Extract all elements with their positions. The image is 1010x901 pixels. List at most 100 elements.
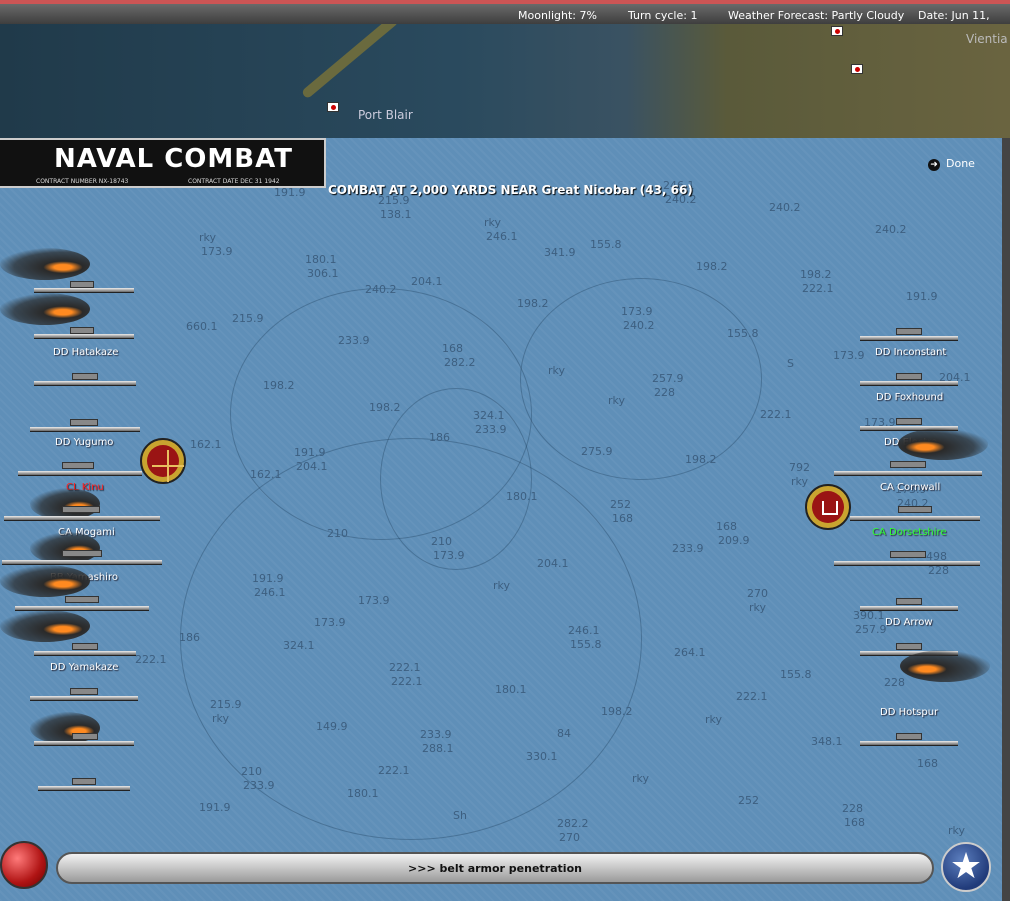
depth-sounding: 222.1	[389, 661, 421, 674]
depth-sounding: 324.1	[283, 639, 315, 652]
depth-sounding: 240.2	[623, 319, 655, 332]
ship-label[interactable]: DD Yamakaze	[50, 662, 118, 673]
naval-combat-banner: NAVAL COMBAT CONTRACT NUMBER NX-18743 CO…	[0, 138, 326, 188]
depth-sounding: 288.1	[422, 742, 454, 755]
depth-sounding: 252	[738, 794, 759, 807]
target-reticle-icon[interactable]	[140, 438, 186, 484]
depth-sounding: 198.2	[800, 268, 832, 281]
depth-sounding: 222.1	[135, 653, 167, 666]
depth-sounding: 228	[842, 802, 863, 815]
depth-sounding: 282.2	[557, 817, 589, 830]
depth-sounding: 240.2	[769, 201, 801, 214]
japanese-base-flag-icon[interactable]	[851, 64, 863, 74]
ship-label[interactable]: DD Arrow	[885, 617, 933, 628]
depth-sounding: 210	[241, 765, 262, 778]
depth-sounding: 270	[559, 831, 580, 844]
ship-label[interactable]: DD Inconstant	[875, 347, 946, 358]
depth-sounding: 233.9	[338, 334, 370, 347]
depth-sounding: 198.2	[696, 260, 728, 273]
depth-sounding: 186	[429, 431, 450, 444]
depth-sounding: 252	[610, 498, 631, 511]
depth-sounding: rky	[791, 475, 809, 488]
depth-sounding: rky	[548, 364, 566, 377]
depth-sounding: 191.9	[906, 290, 938, 303]
ship-label[interactable]: CA Cornwall	[880, 482, 940, 493]
combat-message: >>> belt armor penetration	[408, 862, 582, 875]
japanese-base-flag-icon[interactable]	[327, 102, 339, 112]
depth-sounding: 222.1	[378, 764, 410, 777]
depth-sounding: 173.9	[621, 305, 653, 318]
star-icon: ★	[949, 846, 983, 887]
depth-sounding: 168	[612, 512, 633, 525]
fire-smoke-icon	[0, 565, 90, 597]
depth-sounding: 222.1	[760, 408, 792, 421]
fire-smoke-icon	[0, 610, 90, 642]
depth-sounding: S	[787, 357, 794, 370]
depth-sounding: 264.1	[674, 646, 706, 659]
depth-sounding: 660.1	[186, 320, 218, 333]
combat-message-bar: >>> belt armor penetration	[56, 852, 934, 884]
allied-star-button[interactable]: ★	[941, 842, 991, 892]
depth-sounding: 210	[327, 527, 348, 540]
depth-sounding: rky	[493, 579, 511, 592]
contract-date: CONTRACT DATE DEC 31 1942	[188, 178, 280, 185]
depth-sounding: 180.1	[506, 490, 538, 503]
depth-sounding: rky	[608, 394, 626, 407]
depth-sounding: 198.2	[263, 379, 295, 392]
japanese-base-flag-icon[interactable]	[831, 26, 843, 36]
depth-sounding: 162.1	[250, 468, 282, 481]
depth-sounding: 270	[747, 587, 768, 600]
depth-sounding: 228	[654, 386, 675, 399]
depth-sounding: rky	[199, 231, 217, 244]
depth-sounding: 168	[844, 816, 865, 829]
fire-smoke-icon	[900, 650, 990, 682]
depth-sounding: 240.2	[875, 223, 907, 236]
fire-smoke-icon	[0, 293, 90, 325]
depth-sounding: 155.8	[727, 327, 759, 340]
vientiane-label: Vientia	[966, 32, 1008, 46]
done-button[interactable]: ➜ Done	[928, 157, 975, 171]
end-combat-red-button[interactable]	[0, 841, 48, 889]
depth-sounding: 233.9	[475, 423, 507, 436]
ship-label[interactable]: DD Hotspur	[880, 707, 938, 718]
depth-sounding: 173.9	[314, 616, 346, 629]
ship-label[interactable]: CA Dorsetshire	[872, 527, 947, 538]
depth-sounding: 228	[884, 676, 905, 689]
depth-sounding: 191.9	[294, 446, 326, 459]
depth-sounding: rky	[212, 712, 230, 725]
depth-sounding: 215.9	[232, 312, 264, 325]
depth-sounding: 84	[557, 727, 571, 740]
depth-sounding: 330.1	[526, 750, 558, 763]
depth-sounding: 191.9	[199, 801, 231, 814]
turn-cycle-readout: Turn cycle: 1	[628, 9, 698, 22]
moonlight-readout: Moonlight: 7%	[518, 9, 597, 22]
depth-sounding: 792	[789, 461, 810, 474]
depth-sounding: 173.9	[358, 594, 390, 607]
depth-sounding: 173.9	[433, 549, 465, 562]
done-label: Done	[946, 157, 975, 170]
depth-sounding: 341.9	[544, 246, 576, 259]
depth-sounding: Sh	[453, 809, 467, 822]
depth-sounding: 222.1	[736, 690, 768, 703]
andaman-island-shape	[300, 24, 400, 100]
ship-label[interactable]: DD Foxhound	[876, 392, 943, 403]
depth-sounding: 257.9	[652, 372, 684, 385]
ship-label[interactable]: DD Hatakaze	[53, 347, 118, 358]
strategic-map-strip[interactable]: Port Blair Vientia	[0, 24, 1010, 138]
main-guns-turret-icon[interactable]	[805, 484, 851, 530]
depth-sounding: 348.1	[811, 735, 843, 748]
depth-sounding: 204.1	[411, 275, 443, 288]
depth-sounding: 233.9	[420, 728, 452, 741]
depth-sounding: 168	[716, 520, 737, 533]
depth-sounding: 222.1	[391, 675, 423, 688]
ship-label[interactable]: DD Yugumo	[55, 437, 113, 448]
depth-sounding: 149.9	[316, 720, 348, 733]
depth-sounding: 162.1	[190, 438, 222, 451]
depth-sounding: 210	[431, 535, 452, 548]
depth-sounding: 180.1	[495, 683, 527, 696]
depth-sounding: rky	[948, 824, 966, 837]
depth-sounding: 198.2	[369, 401, 401, 414]
top-status-bar: Moonlight: 7% Turn cycle: 1 Weather Fore…	[0, 0, 1010, 35]
depth-sounding: 198.2	[517, 297, 549, 310]
depth-sounding: 168	[442, 342, 463, 355]
